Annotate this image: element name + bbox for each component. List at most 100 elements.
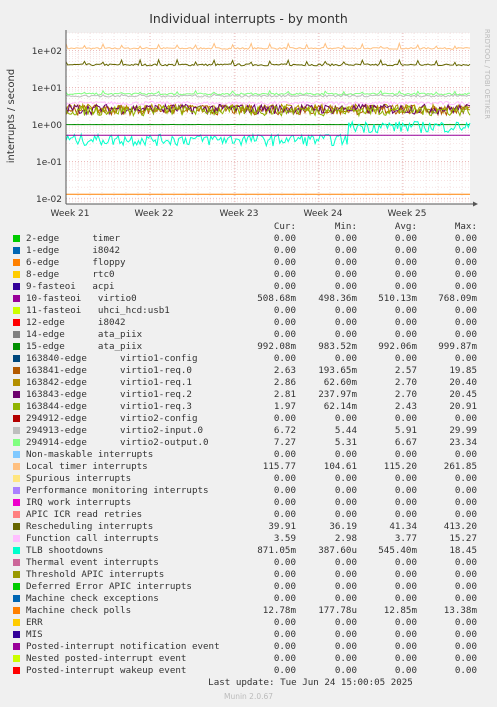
x-tick-label: Week 21 — [51, 209, 90, 219]
legend-avg-value: 0.00 — [394, 413, 417, 424]
legend-row: Deferred Error APIC interrupts 0.00 0.00 0.… — [0, 581, 497, 593]
legend-row: Posted-interrupt notification event 0.00 0… — [0, 641, 497, 653]
legend-min-value: 0.00 — [334, 641, 357, 652]
legend-swatch — [13, 403, 20, 410]
legend-max-value: 0.00 — [454, 485, 477, 496]
legend-min-value: 104.61 — [323, 461, 357, 472]
legend-cur-value: 0.00 — [273, 329, 296, 340]
legend-row: 14-edge ata_piix 0.00 0.00 0.00 0.00 — [0, 329, 497, 341]
legend-avg-value: 0.00 — [394, 665, 417, 676]
legend-swatch — [13, 643, 20, 650]
legend-row: 163841-edge virtio1-req.0 2.63 193.65m 2.57… — [0, 365, 497, 377]
legend-cur-value: 0.00 — [273, 317, 296, 328]
legend-label: Deferred Error APIC interrupts — [26, 581, 192, 592]
legend-label: 294912-edge virtio2-config — [26, 413, 198, 424]
y-tick-label: 1e-01 — [36, 158, 62, 168]
legend-min-value: 0.00 — [334, 629, 357, 640]
legend-min-value: 0.00 — [334, 281, 357, 292]
legend-avg-value: 0.00 — [394, 653, 417, 664]
legend-max-value: 0.00 — [454, 449, 477, 460]
y-tick-label: 1e+01 — [32, 84, 62, 94]
legend-avg-value: 2.70 — [394, 389, 417, 400]
legend-label: 15-edge ata_piix — [26, 341, 143, 352]
legend-max-value: 768.09m — [438, 293, 477, 304]
legend-label: 163843-edge virtio1-req.2 — [26, 389, 192, 400]
legend-label: 14-edge ata_piix — [26, 329, 143, 340]
munin-version: Munin 2.0.67 — [223, 692, 274, 701]
legend-min-value: 983.52m — [318, 341, 357, 352]
legend-min-value: 0.00 — [334, 305, 357, 316]
legend-avg-value: 0.00 — [394, 557, 417, 568]
interrupts-chart: Individual interrupts - by month interru… — [6, 11, 491, 219]
legend-max-value: 23.34 — [449, 437, 477, 448]
legend-avg-value: 0.00 — [394, 629, 417, 640]
legend-label: IRQ work interrupts — [26, 497, 132, 508]
legend-avg-value: 0.00 — [394, 449, 417, 460]
legend-swatch — [13, 355, 20, 362]
legend-cur-value: 0.00 — [273, 233, 296, 244]
legend-row: 15-edge ata_piix 992.08m 983.52m 992.06m 999… — [0, 341, 497, 353]
legend-row: APIC ICR read retries 0.00 0.00 0.00 0.00 — [0, 509, 497, 521]
legend-swatch — [13, 547, 20, 554]
legend-cur-value: 2.86 — [273, 377, 296, 388]
y-tick-label: 1e+02 — [32, 47, 62, 57]
legend-label: 9-fasteoi acpi — [26, 281, 115, 292]
legend-max-value: 0.00 — [454, 641, 477, 652]
legend-min-value: 0.00 — [334, 569, 357, 580]
legend-cur-value: 0.00 — [273, 557, 296, 568]
legend-avg-value: 6.67 — [394, 437, 417, 448]
legend-cur-value: 39.91 — [268, 521, 296, 532]
legend-label: Machine check polls — [26, 605, 132, 616]
legend-swatch — [13, 391, 20, 398]
legend-min-value: 0.00 — [334, 245, 357, 256]
legend-row: 163844-edge virtio1-req.3 1.97 62.14m 2.43 2… — [0, 401, 497, 413]
legend-max-value: 0.00 — [454, 329, 477, 340]
legend-row: 1-edge i8042 0.00 0.00 0.00 0.00 — [0, 245, 497, 257]
legend-label: ERR — [26, 617, 43, 628]
legend-min-value: 0.00 — [334, 653, 357, 664]
legend-label: Function call interrupts — [26, 533, 159, 544]
legend-min-value: 0.00 — [334, 485, 357, 496]
legend-row: 8-edge rtc0 0.00 0.00 0.00 0.00 — [0, 269, 497, 281]
legend-row: Rescheduling interrupts 39.91 36.19 41.34 41… — [0, 521, 497, 533]
legend-label: Machine check exceptions — [26, 593, 159, 604]
legend-label: Posted-interrupt wakeup event — [26, 665, 187, 676]
legend-label: 294913-edge virtio2-input.0 — [26, 425, 204, 436]
legend-label: TLB shootdowns — [26, 545, 104, 556]
legend-max-value: 0.00 — [454, 473, 477, 484]
legend-avg-value: 0.00 — [394, 581, 417, 592]
legend-max-value: 0.00 — [454, 581, 477, 592]
legend-row: Threshold APIC interrupts 0.00 0.00 0.00 0.0… — [0, 569, 497, 581]
legend-swatch — [13, 439, 20, 446]
legend-cur-value: 0.00 — [273, 497, 296, 508]
legend-row: TLB shootdowns 871.05m 387.60u 545.40m 18.45 — [0, 545, 497, 557]
legend-label: APIC ICR read retries — [26, 509, 143, 520]
rrdtool-credit: RRDTOOL / TOBI OETIKER — [483, 29, 491, 119]
legend-row: 294914-edge virtio2-output.0 7.27 5.31 6.67… — [0, 437, 497, 449]
legend-avg-value: 0.00 — [394, 617, 417, 628]
legend-label: Nested posted-interrupt event — [26, 653, 187, 664]
legend-min-value: 237.97m — [318, 389, 357, 400]
legend-min-value: 0.00 — [334, 617, 357, 628]
legend-row: Non-maskable interrupts 0.00 0.00 0.00 0.00 — [0, 449, 497, 461]
legend-row: Function call interrupts 3.59 2.98 3.77 15.2… — [0, 533, 497, 545]
legend-cur-value: 0.00 — [273, 593, 296, 604]
legend-min-value: 5.31 — [334, 437, 357, 448]
legend-cur-value: 0.00 — [273, 653, 296, 664]
legend-min-value: 0.00 — [334, 353, 357, 364]
legend-label: 163840-edge virtio1-config — [26, 353, 198, 364]
legend-row: 12-edge i8042 0.00 0.00 0.00 0.00 — [0, 317, 497, 329]
legend-max-value: 0.00 — [454, 509, 477, 520]
legend-cur-value: 2.81 — [273, 389, 296, 400]
legend-min-value: 0.00 — [334, 497, 357, 508]
legend-min-value: 0.00 — [334, 257, 357, 268]
legend-avg-value: 0.00 — [394, 257, 417, 268]
legend-cur-value: 3.59 — [273, 533, 296, 544]
legend-row: 2-edge timer 0.00 0.00 0.00 0.00 — [0, 233, 497, 245]
legend-swatch — [13, 559, 20, 566]
legend-max-value: 0.00 — [454, 413, 477, 424]
legend-label: Rescheduling interrupts — [26, 521, 154, 532]
legend-avg-value: 0.00 — [394, 497, 417, 508]
x-tick-label: Week 24 — [304, 209, 343, 219]
legend-swatch — [13, 487, 20, 494]
